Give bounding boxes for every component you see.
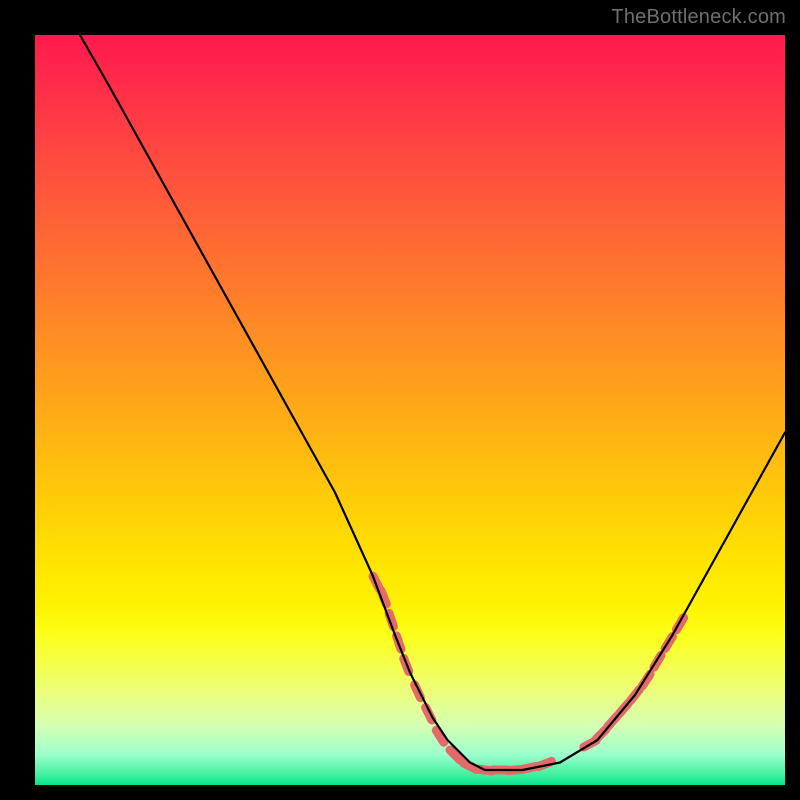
curve-line [80, 35, 785, 770]
chart-frame: TheBottleneck.com [0, 0, 800, 800]
highlight-layer [373, 576, 683, 771]
plot-area [35, 35, 785, 785]
chart-svg [35, 35, 785, 785]
watermark-label: TheBottleneck.com [611, 6, 786, 29]
